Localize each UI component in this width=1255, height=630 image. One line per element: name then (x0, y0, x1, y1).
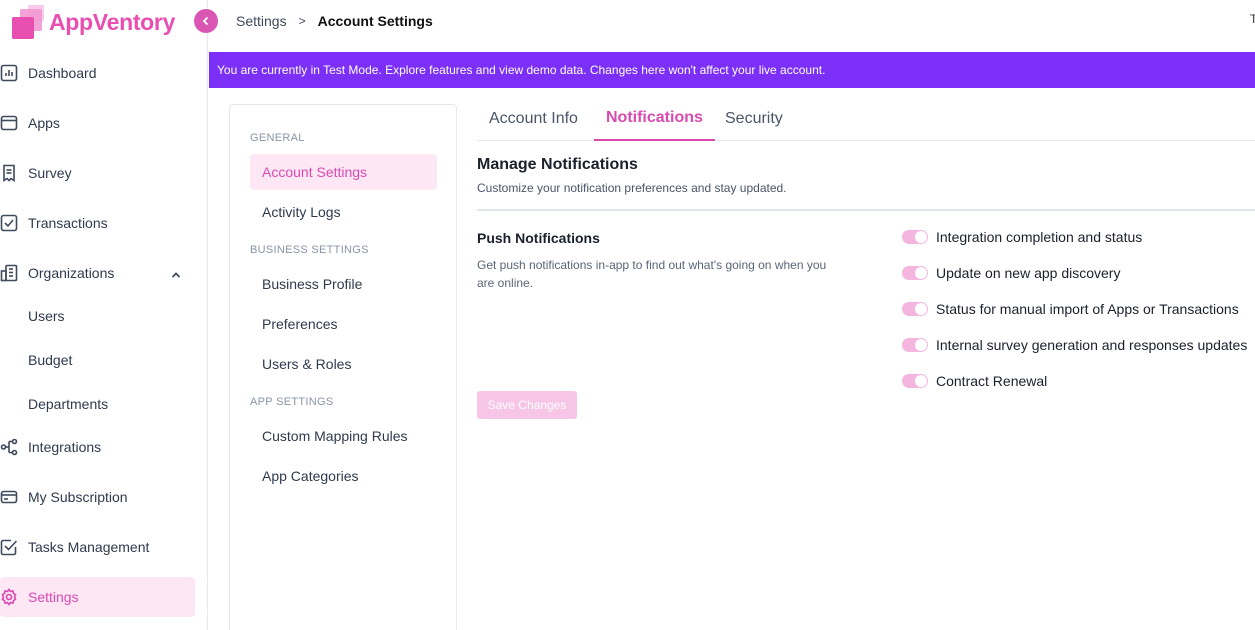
sidebar-item-budget[interactable]: Budget (0, 340, 195, 380)
sidebar-item-label: Dashboard (28, 65, 97, 81)
sidebar-item-tasks-management[interactable]: Tasks Management (0, 527, 195, 567)
sidebar-item-my-subscription[interactable]: My Subscription (0, 477, 195, 517)
push-notifications-description: Get push notifications in-app to find ou… (477, 258, 827, 290)
sidebar-item-label: Departments (28, 396, 109, 412)
test-mode-banner-text: You are currently in Test Mode. Explore … (217, 63, 826, 77)
breadcrumb: Settings > Account Settings (236, 13, 433, 29)
save-changes-button[interactable]: Save Changes (477, 391, 577, 419)
toggle-row: Integration completion and status (902, 226, 1142, 248)
settings-nav: GENERAL Account Settings Activity Logs B… (229, 104, 457, 630)
toggle-label: Internal survey generation and responses… (936, 337, 1248, 353)
settings-tabs: Account Info Notifications Security (477, 96, 1255, 141)
sidebar-item-label: Settings (28, 589, 79, 605)
chevron-left-icon (202, 16, 209, 26)
tab-security[interactable]: Security (713, 96, 795, 141)
settings-item-activity-logs[interactable]: Activity Logs (250, 194, 437, 230)
page-title: Manage Notifications (477, 156, 638, 173)
settings-item-preferences[interactable]: Preferences (250, 306, 437, 342)
toggle-row: Status for manual import of Apps or Tran… (902, 298, 1239, 320)
toggle-label: Contract Renewal (936, 373, 1048, 389)
sidebar-item-integrations[interactable]: Integrations (0, 427, 195, 467)
settings-item-app-categories[interactable]: App Categories (250, 458, 437, 494)
settings-section-app: APP SETTINGS (250, 396, 334, 408)
chevron-right-icon: > (298, 14, 306, 28)
sidebar-item-label: Survey (28, 165, 72, 181)
sidebar-item-settings[interactable]: Settings (0, 577, 195, 617)
sidebar-item-transactions[interactable]: Transactions (0, 203, 195, 243)
sidebar-item-label: Tasks Management (28, 539, 150, 555)
toggle-label: Update on new app discovery (936, 265, 1121, 281)
sidebar: AppVentory Dashboard Apps Survey Transac… (0, 0, 208, 630)
bar-chart-icon (0, 64, 18, 82)
gear-icon (0, 588, 18, 606)
toggle-row: Update on new app discovery (902, 262, 1120, 284)
toggle-integration-completion[interactable] (902, 230, 928, 244)
sidebar-item-survey[interactable]: Survey (0, 153, 195, 193)
tab-account-info[interactable]: Account Info (477, 96, 590, 141)
task-icon (0, 538, 18, 556)
logo-icon (10, 5, 46, 39)
toggle-new-app-discovery[interactable] (902, 266, 928, 280)
app-name: AppVentory (49, 8, 176, 35)
settings-item-account-settings[interactable]: Account Settings (250, 154, 437, 190)
sidebar-item-dashboard[interactable]: Dashboard (0, 53, 195, 93)
toggle-internal-survey[interactable] (902, 338, 928, 352)
settings-item-business-profile[interactable]: Business Profile (250, 266, 437, 302)
integration-icon (0, 438, 18, 456)
toggle-label: Status for manual import of Apps or Tran… (936, 301, 1239, 317)
credit-card-icon (0, 488, 18, 506)
toggle-manual-import-status[interactable] (902, 302, 928, 316)
sidebar-item-users[interactable]: Users (0, 296, 195, 336)
app-logo[interactable]: AppVentory (10, 2, 175, 42)
settings-section-general: GENERAL (250, 132, 305, 144)
collapse-sidebar-button[interactable] (194, 9, 218, 33)
toggle-row: Internal survey generation and responses… (902, 334, 1247, 356)
checkbox-icon (0, 214, 18, 232)
settings-section-business: BUSINESS SETTINGS (250, 244, 369, 256)
breadcrumb-settings[interactable]: Settings (236, 13, 287, 29)
page-subtitle: Customize your notification preferences … (477, 181, 787, 195)
toggle-contract-renewal[interactable] (902, 374, 928, 388)
sidebar-item-label: Users (28, 308, 65, 324)
document-icon (0, 164, 18, 182)
breadcrumb-current: Account Settings (317, 13, 433, 29)
building-icon (0, 264, 18, 282)
sidebar-item-label: Integrations (28, 439, 102, 455)
sidebar-item-label: Apps (28, 115, 60, 131)
toggle-label: Integration completion and status (936, 229, 1143, 245)
push-notifications-title: Push Notifications (477, 230, 600, 246)
sidebar-item-label: Transactions (28, 215, 108, 231)
chevron-up-icon[interactable] (171, 267, 181, 278)
toggle-row: Contract Renewal (902, 370, 1047, 392)
settings-item-custom-mapping-rules[interactable]: Custom Mapping Rules (250, 418, 437, 454)
header-edge-text: T (1250, 12, 1255, 26)
test-mode-banner: You are currently in Test Mode. Explore … (209, 52, 1255, 88)
sidebar-item-apps[interactable]: Apps (0, 103, 195, 143)
sidebar-item-label: Organizations (28, 265, 115, 281)
sidebar-item-organizations[interactable]: Organizations (0, 253, 195, 293)
divider (477, 209, 1255, 211)
tab-notifications[interactable]: Notifications (594, 96, 715, 141)
sidebar-item-label: My Subscription (28, 489, 128, 505)
settings-item-users-roles[interactable]: Users & Roles (250, 346, 437, 382)
sidebar-item-label: Budget (28, 352, 73, 368)
sidebar-item-departments[interactable]: Departments (0, 384, 195, 424)
window-icon (0, 114, 18, 132)
